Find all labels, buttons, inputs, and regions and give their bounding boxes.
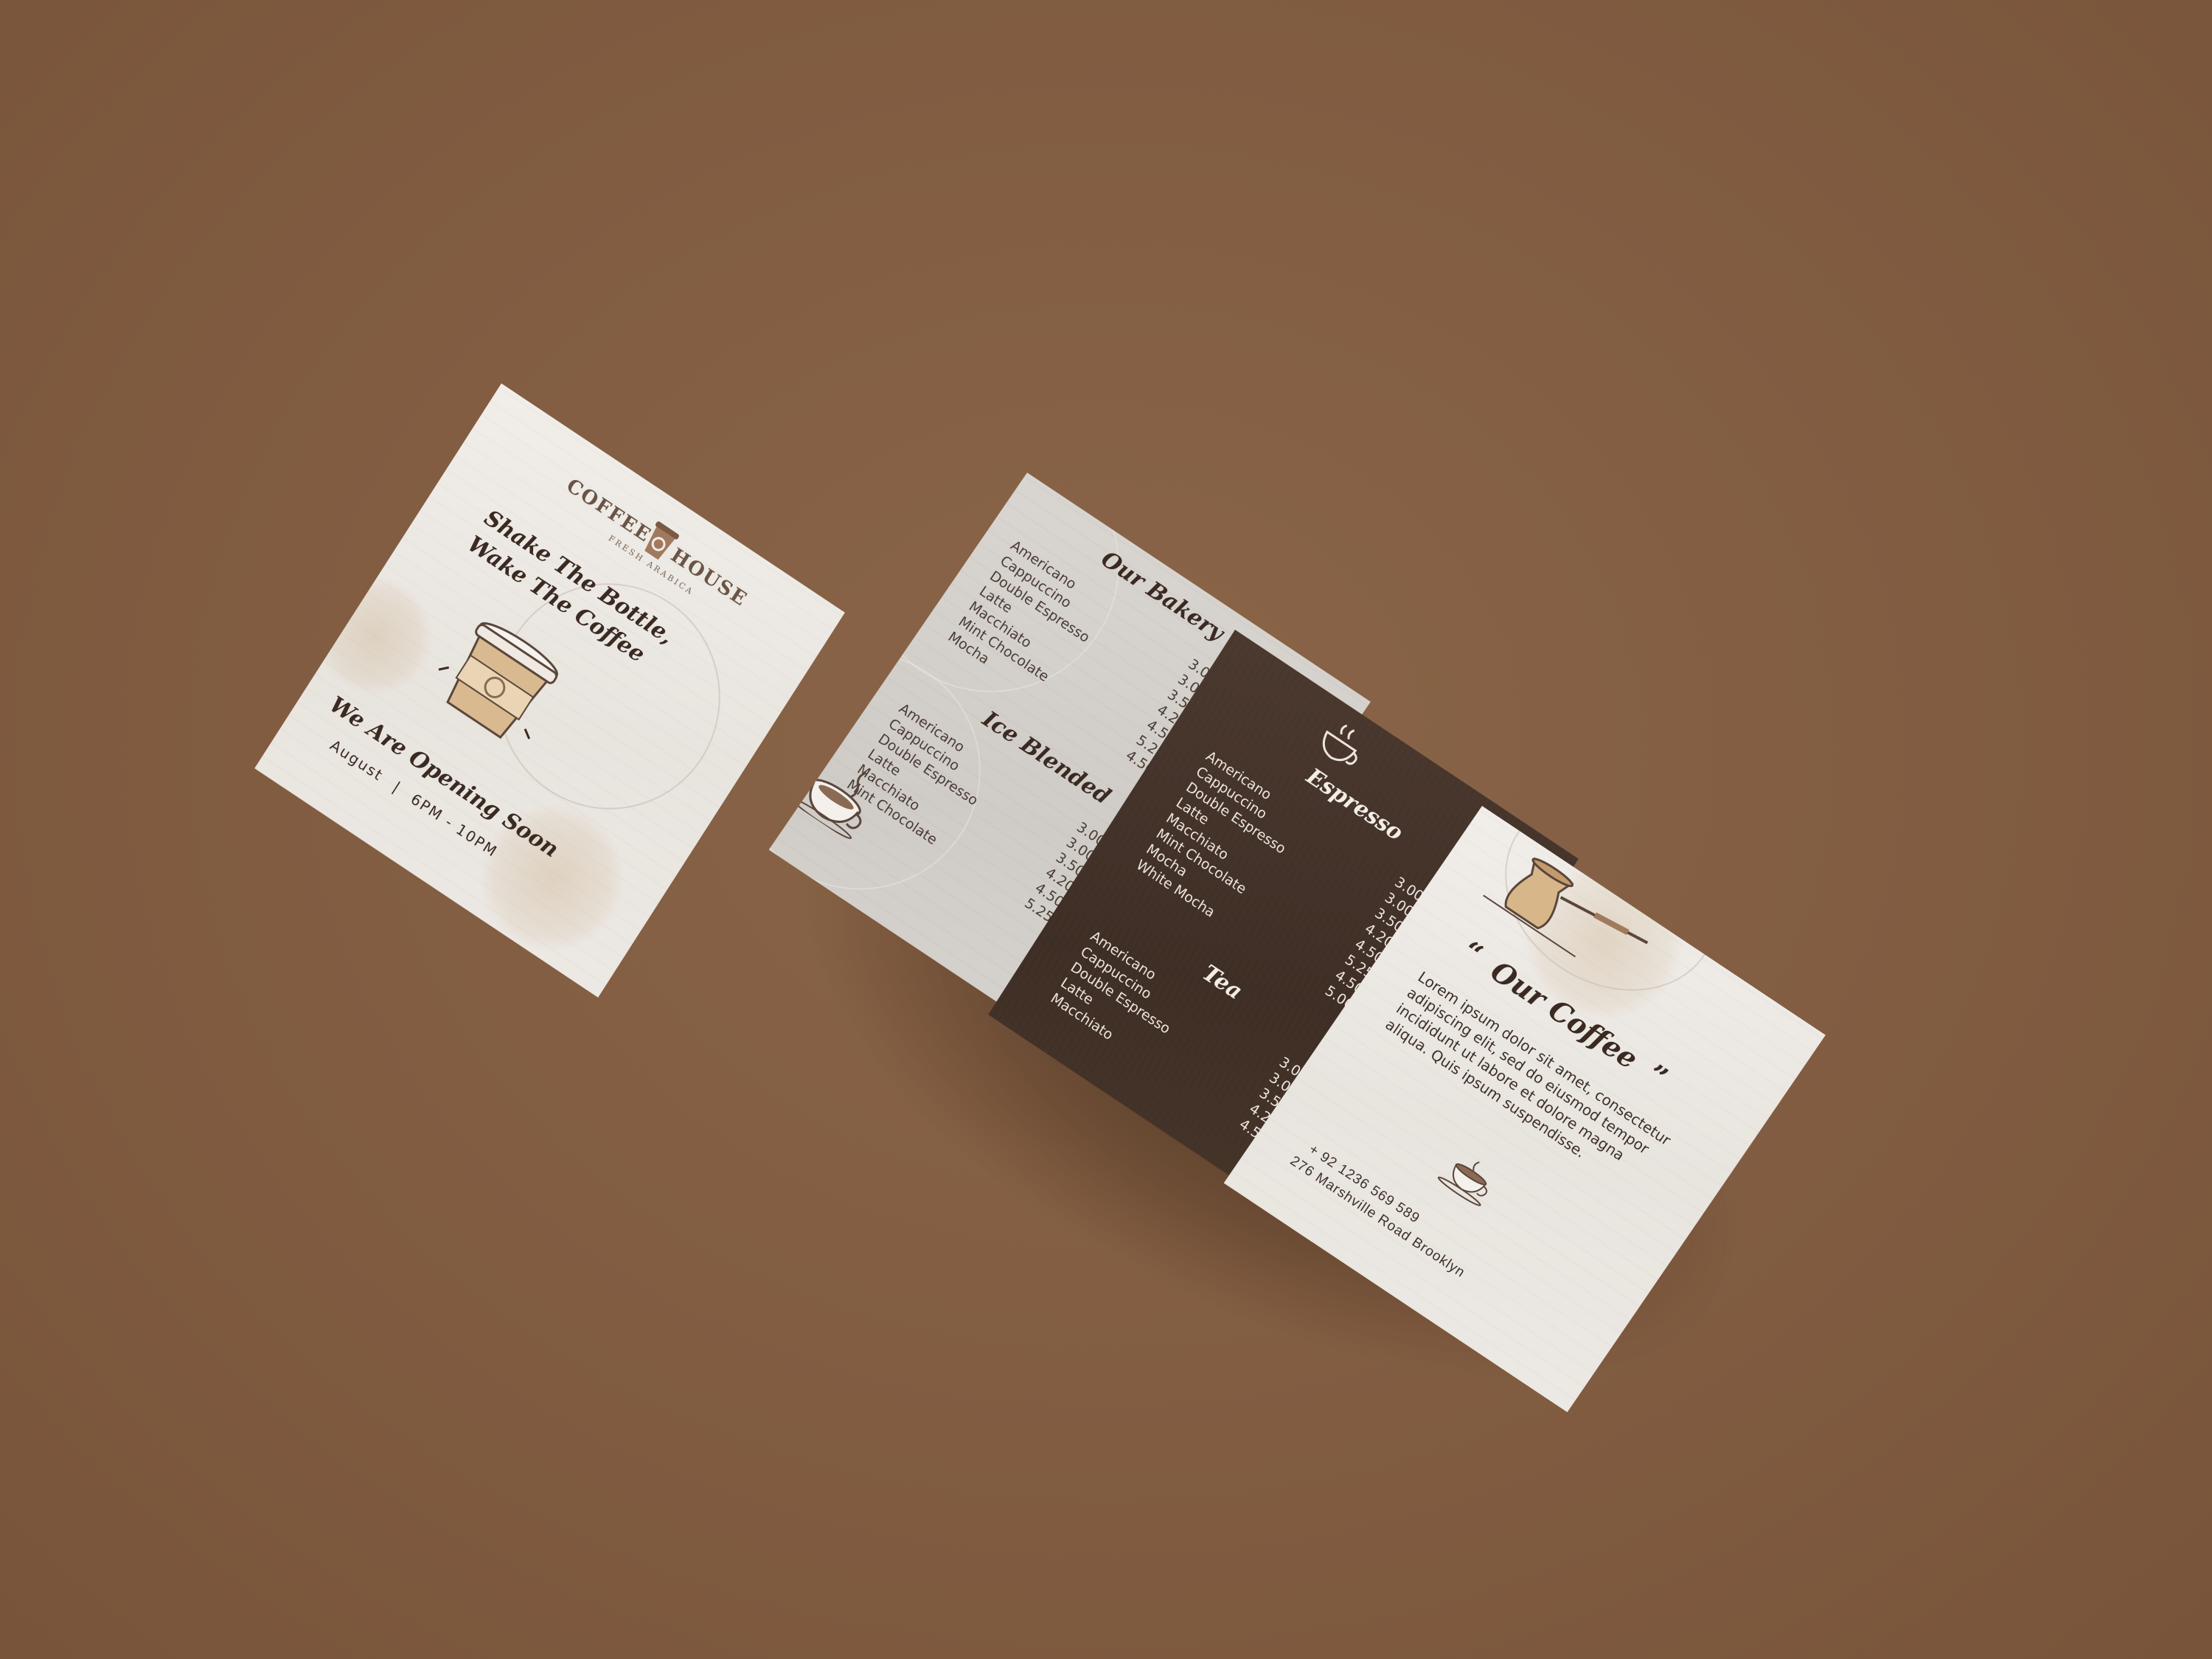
- close-quote-mark: ”: [1640, 1057, 1674, 1096]
- coffee-cup-icon: [1437, 1161, 1488, 1206]
- open-quote-mark: “: [1455, 933, 1489, 973]
- espresso-items: Americano Cappuccino Double Espresso Lat…: [1133, 748, 1309, 936]
- ice-blended-title: Ice Blended: [977, 706, 1116, 810]
- tea-title: Tea: [1197, 959, 1248, 1006]
- logo-word-left: COFFEE: [562, 474, 655, 548]
- brochure-scene: COFFEE HOUSE FRESH ARABICA Shake The Bot…: [0, 0, 2212, 1659]
- bakery-title: Our Bakery: [1096, 546, 1229, 647]
- panel-front-cover: COFFEE HOUSE FRESH ARABICA Shake The Bot…: [254, 383, 845, 998]
- date-separator: |: [389, 778, 405, 797]
- tea-items: Americano Cappuccino Double Espresso Lat…: [1047, 928, 1194, 1070]
- espresso-title: Espresso: [1301, 763, 1408, 846]
